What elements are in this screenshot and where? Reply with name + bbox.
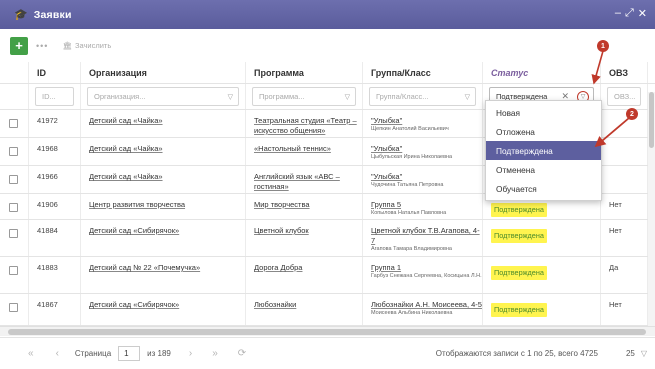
- arrow-to-dropdown-button: [591, 50, 604, 85]
- callout-marker-1: 1: [597, 40, 609, 52]
- callout-marker-2: 2: [626, 108, 638, 120]
- arrow-to-confirmed-option: [594, 117, 630, 148]
- annotation-arrows: [591, 50, 630, 148]
